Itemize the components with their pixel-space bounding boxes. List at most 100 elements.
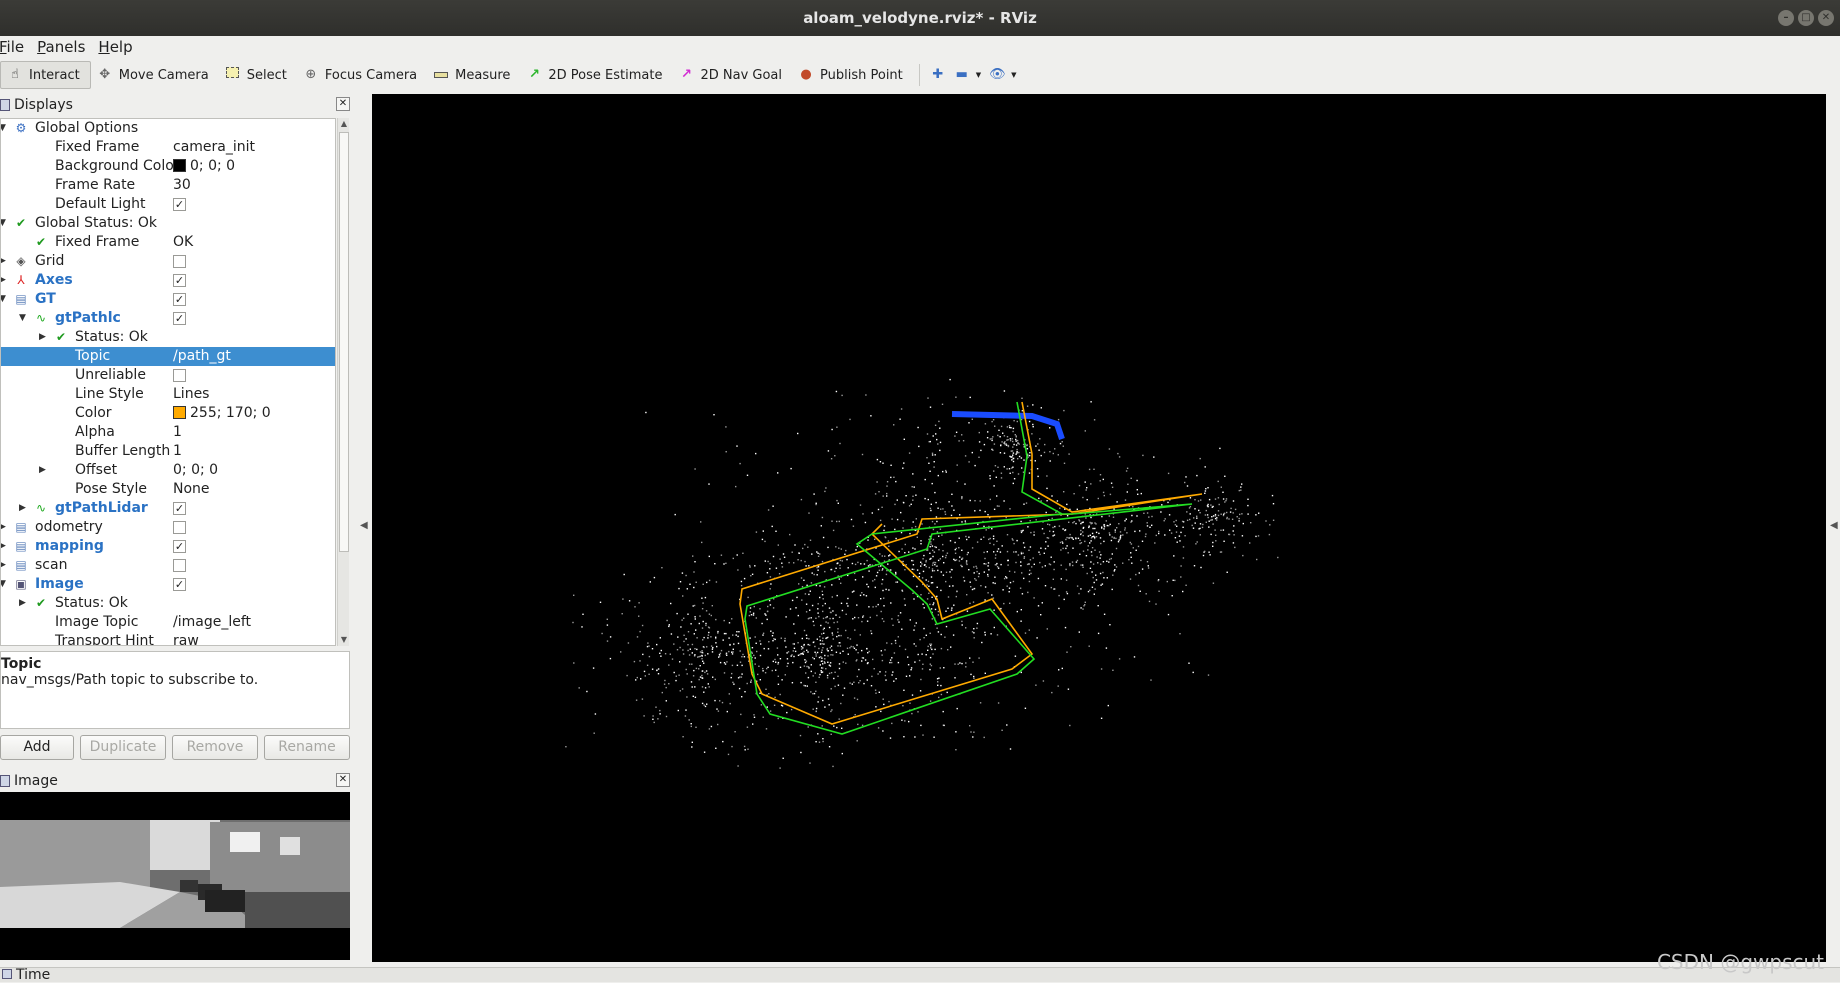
rename-button[interactable]: Rename xyxy=(264,735,350,760)
scroll-down-icon[interactable]: ▼ xyxy=(338,634,350,646)
display-tree-row-value[interactable]: 0; 0; 0 xyxy=(173,157,235,176)
expand-arrow-closed-icon[interactable]: ▶ xyxy=(19,594,26,613)
display-tree-row[interactable]: Fixed Framecamera_init xyxy=(1,138,335,157)
expand-arrow-open-icon[interactable]: ▼ xyxy=(19,309,26,328)
display-tree-row-value[interactable]: camera_init xyxy=(173,138,255,157)
display-enable-checkbox[interactable]: ✓ xyxy=(173,293,186,306)
scroll-up-icon[interactable]: ▲ xyxy=(338,118,350,130)
expand-arrow-closed-icon[interactable]: ▶ xyxy=(0,556,6,575)
display-tree-row[interactable]: ▶◈Grid xyxy=(1,252,335,271)
left-collapse-arrow-icon[interactable]: ◀ xyxy=(360,520,368,531)
display-tree-row[interactable]: ▼▤GT✓ xyxy=(1,290,335,309)
minimize-icon[interactable]: – xyxy=(1778,10,1794,26)
color-swatch[interactable] xyxy=(173,406,186,419)
display-tree-row[interactable]: ▶▤scan xyxy=(1,556,335,575)
display-enable-checkbox[interactable]: ✓ xyxy=(173,540,186,553)
display-tree-row-value[interactable]: 255; 170; 0 xyxy=(173,404,271,423)
display-enable-checkbox[interactable] xyxy=(173,369,186,382)
menu-help[interactable]: Help xyxy=(98,38,139,56)
expand-arrow-open-icon[interactable]: ▼ xyxy=(0,575,6,594)
3d-viewport[interactable] xyxy=(372,94,1826,962)
focus-camera-tool-button[interactable]: ⊕Focus Camera xyxy=(297,61,427,89)
expand-arrow-closed-icon[interactable]: ▶ xyxy=(19,499,26,518)
display-enable-checkbox[interactable]: ✓ xyxy=(173,312,186,325)
display-tree-row-value[interactable]: None xyxy=(173,480,210,499)
display-tree-row[interactable]: ▼✔Global Status: Ok xyxy=(1,214,335,233)
color-swatch[interactable] xyxy=(173,159,186,172)
expand-arrow-open-icon[interactable]: ▼ xyxy=(0,290,6,309)
display-tree-row[interactable]: Background Color0; 0; 0 xyxy=(1,157,335,176)
display-enable-checkbox[interactable]: ✓ xyxy=(173,578,186,591)
display-enable-checkbox[interactable]: ✓ xyxy=(173,274,186,287)
display-tree-row[interactable]: Frame Rate30 xyxy=(1,176,335,195)
right-collapse-arrow-icon[interactable]: ◀ xyxy=(1830,520,1838,531)
display-tree-row[interactable]: Buffer Length1 xyxy=(1,442,335,461)
menu-panels[interactable]: Panels xyxy=(37,38,92,56)
close-icon[interactable]: ✕ xyxy=(336,773,350,787)
display-tree-row[interactable]: ▶✔Status: Ok xyxy=(1,594,335,613)
display-tree-row[interactable]: Pose StyleNone xyxy=(1,480,335,499)
move-camera-tool-button[interactable]: ✥Move Camera xyxy=(91,61,219,89)
nav-goal-tool-button[interactable]: ↗2D Nav Goal xyxy=(672,61,792,89)
display-tree-row-value[interactable]: 30 xyxy=(173,176,191,195)
expand-arrow-closed-icon[interactable]: ▶ xyxy=(39,328,46,347)
display-tree-row[interactable]: Image Topic/image_left xyxy=(1,613,335,632)
display-tree-row[interactable]: Topic/path_gt xyxy=(1,347,335,366)
select-tool-button[interactable]: Select xyxy=(219,61,297,89)
display-tree-row[interactable]: Unreliable xyxy=(1,366,335,385)
display-tree-row-value[interactable]: 1 xyxy=(173,423,182,442)
displays-scrollbar[interactable]: ▲ ▼ xyxy=(337,118,349,646)
display-tree-row[interactable]: ▶▤odometry xyxy=(1,518,335,537)
display-tree-row[interactable]: ▶⅄Axes✓ xyxy=(1,271,335,290)
close-icon[interactable]: ✕ xyxy=(336,97,350,111)
display-tree-row[interactable]: Default Light✓ xyxy=(1,195,335,214)
display-tree-row-value[interactable]: 0; 0; 0 xyxy=(173,461,218,480)
publish-point-tool-button[interactable]: ●Publish Point xyxy=(792,61,913,89)
display-tree-row[interactable]: Color255; 170; 0 xyxy=(1,404,335,423)
display-tree-row[interactable]: ▶▤mapping✓ xyxy=(1,537,335,556)
interact-tool-button[interactable]: ☝Interact xyxy=(0,61,91,89)
display-tree-row[interactable]: ▶✔Status: Ok xyxy=(1,328,335,347)
menu-file[interactable]: File xyxy=(0,38,31,56)
display-enable-checkbox[interactable] xyxy=(173,255,186,268)
display-tree-row[interactable]: ▼▣Image✓ xyxy=(1,575,335,594)
display-tree-row-value[interactable]: 1 xyxy=(173,442,182,461)
remove-tool-button[interactable]: ▬▼ xyxy=(950,61,985,89)
point-cloud-map[interactable] xyxy=(372,94,1826,962)
display-tree-row[interactable]: ✔Fixed FrameOK xyxy=(1,233,335,252)
scrollbar-thumb[interactable] xyxy=(339,132,349,552)
maximize-icon[interactable]: □ xyxy=(1798,10,1814,26)
display-tree-row-value[interactable]: Lines xyxy=(173,385,209,404)
expand-arrow-closed-icon[interactable]: ▶ xyxy=(0,252,6,271)
add-tool-button[interactable]: ✚ xyxy=(926,61,950,89)
display-tree-row-value[interactable]: OK xyxy=(173,233,193,252)
duplicate-button[interactable]: Duplicate xyxy=(80,735,166,760)
pose-estimate-tool-button[interactable]: ↗2D Pose Estimate xyxy=(520,61,672,89)
remove-button[interactable]: Remove xyxy=(172,735,258,760)
display-tree-row[interactable]: Transport Hintraw xyxy=(1,632,335,646)
expand-arrow-closed-icon[interactable]: ▶ xyxy=(0,518,6,537)
display-tree-row-value[interactable]: /image_left xyxy=(173,613,251,632)
display-tree-row[interactable]: ▶Offset0; 0; 0 xyxy=(1,461,335,480)
expand-arrow-closed-icon[interactable]: ▶ xyxy=(39,461,46,480)
expand-arrow-open-icon[interactable]: ▼ xyxy=(0,214,6,233)
expand-arrow-closed-icon[interactable]: ▶ xyxy=(0,271,6,290)
expand-arrow-closed-icon[interactable]: ▶ xyxy=(0,537,6,556)
display-tree-row[interactable]: ▶∿gtPathLidar✓ xyxy=(1,499,335,518)
display-enable-checkbox[interactable]: ✓ xyxy=(173,198,186,211)
expand-arrow-open-icon[interactable]: ▼ xyxy=(0,119,6,138)
display-tree-row[interactable]: ▼∿gtPathlc✓ xyxy=(1,309,335,328)
measure-tool-button[interactable]: Measure xyxy=(427,61,520,89)
display-enable-checkbox[interactable] xyxy=(173,521,186,534)
display-enable-checkbox[interactable]: ✓ xyxy=(173,502,186,515)
display-tree-row[interactable]: ▼⚙Global Options xyxy=(1,119,335,138)
display-tree-row[interactable]: Line StyleLines xyxy=(1,385,335,404)
close-icon[interactable]: ✕ xyxy=(1818,10,1834,26)
display-tree-row-value[interactable]: /path_gt xyxy=(173,347,231,366)
display-tree-row[interactable]: Alpha1 xyxy=(1,423,335,442)
display-enable-checkbox[interactable] xyxy=(173,559,186,572)
view-tool-button[interactable]: 👁▼ xyxy=(985,61,1020,89)
displays-tree[interactable]: ▼⚙Global OptionsFixed Framecamera_initBa… xyxy=(0,118,336,646)
display-tree-row-value[interactable]: raw xyxy=(173,632,199,646)
add-button[interactable]: Add xyxy=(0,735,74,760)
